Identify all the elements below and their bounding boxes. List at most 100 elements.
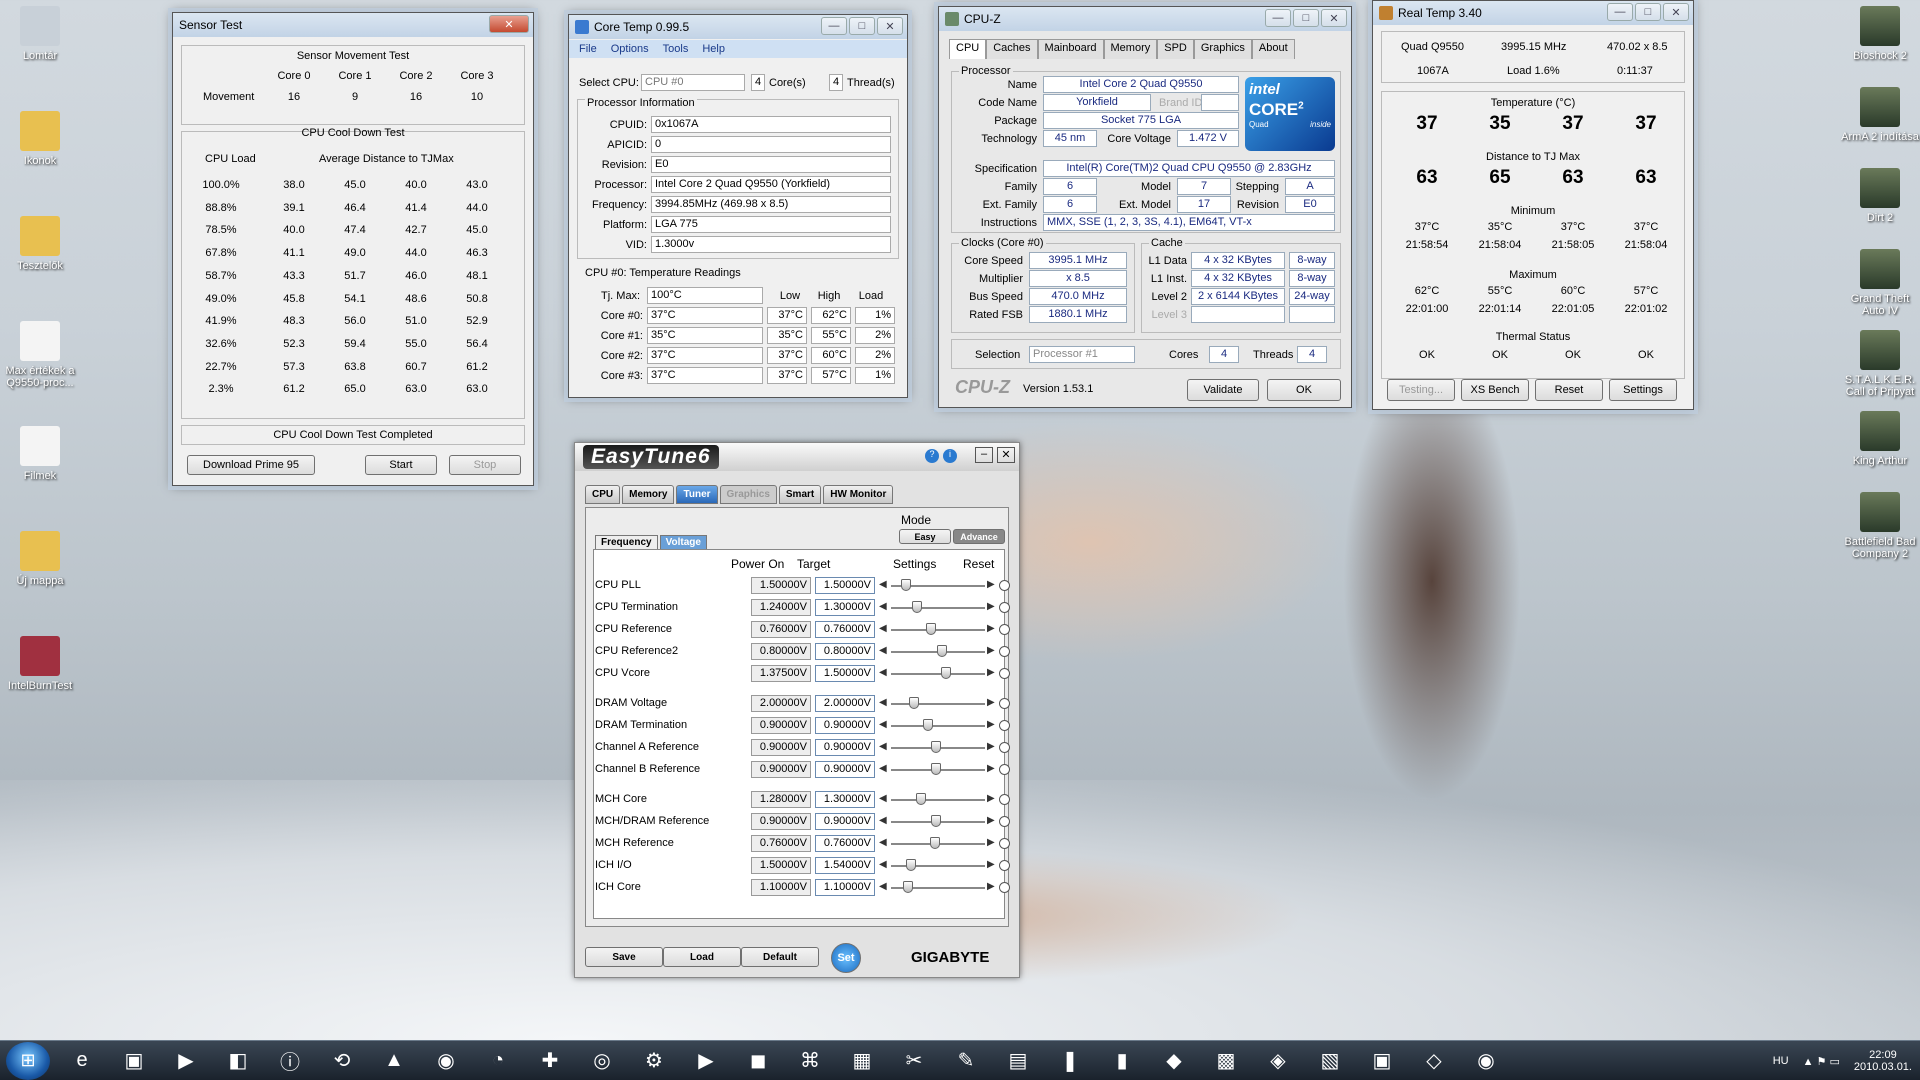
ok-button[interactable]: OK	[1267, 379, 1341, 401]
app-icon[interactable]: ⌘	[784, 1043, 836, 1079]
slider-thumb[interactable]	[931, 741, 942, 753]
target-value[interactable]: 0.90000V	[815, 717, 875, 734]
subtab-voltage[interactable]: Voltage	[659, 535, 707, 550]
tab-cpu[interactable]: CPU	[949, 39, 987, 59]
download-prime-button[interactable]: Download Prime 95	[187, 455, 315, 475]
close-icon[interactable]: ✕	[1321, 9, 1347, 27]
app-icon[interactable]: ◈	[1252, 1043, 1304, 1079]
steam-icon[interactable]: ◎	[576, 1043, 628, 1079]
arrow-right-icon[interactable]: ▶	[987, 623, 995, 634]
arrow-right-icon[interactable]: ▶	[987, 741, 995, 752]
app-icon[interactable]: ▣	[1356, 1043, 1408, 1079]
explorer-icon[interactable]: ▣	[108, 1043, 160, 1079]
arrow-left-icon[interactable]: ◀	[879, 793, 887, 804]
arrow-left-icon[interactable]: ◀	[879, 645, 887, 656]
cpuz-titlebar[interactable]: CPU-Z — □ ✕	[939, 7, 1351, 31]
arrow-right-icon[interactable]: ▶	[987, 697, 995, 708]
menu-item[interactable]: Help	[702, 43, 725, 55]
target-value[interactable]: 1.50000V	[815, 665, 875, 682]
arrow-left-icon[interactable]: ◀	[879, 837, 887, 848]
slider-thumb[interactable]	[901, 579, 912, 591]
minimize-icon[interactable]: –	[975, 447, 993, 463]
reset-radio[interactable]	[999, 882, 1010, 893]
slider-thumb[interactable]	[916, 793, 927, 805]
target-value[interactable]: 1.50000V	[815, 577, 875, 594]
tab-memory[interactable]: Memory	[1103, 39, 1158, 59]
arrow-left-icon[interactable]: ◀	[879, 741, 887, 752]
arrow-right-icon[interactable]: ▶	[987, 859, 995, 870]
desktop-icon[interactable]: Tesztelők	[0, 216, 80, 272]
desktop-icon[interactable]: Max értékek a Q9550-proc...	[0, 321, 80, 389]
slider-track[interactable]	[891, 741, 985, 753]
arrow-right-icon[interactable]: ▶	[987, 667, 995, 678]
arrow-right-icon[interactable]: ▶	[987, 815, 995, 826]
tab-caches[interactable]: Caches	[986, 39, 1038, 59]
target-value[interactable]: 1.10000V	[815, 879, 875, 896]
desktop-icon[interactable]: Dirt 2	[1840, 168, 1920, 224]
monitor-icon[interactable]: ▦	[836, 1043, 888, 1079]
desktop-icon[interactable]: ArmA 2 indítása	[1840, 87, 1920, 143]
desktop-icon[interactable]: IntelBurnTest	[0, 636, 80, 692]
desktop-icon[interactable]: S.T.A.L.K.E.R. Call of Pripyat	[1840, 330, 1920, 398]
close-icon[interactable]: ✕	[877, 17, 903, 35]
arrow-left-icon[interactable]: ◀	[879, 859, 887, 870]
desktop-icon[interactable]: Új mappa	[0, 531, 80, 587]
realtemp-xsbench-button[interactable]: XS Bench	[1461, 379, 1529, 401]
firefox-icon[interactable]: ◉	[420, 1043, 472, 1079]
reset-radio[interactable]	[999, 720, 1010, 731]
desktop-icon[interactable]: King Arthur	[1840, 411, 1920, 467]
tab-smart[interactable]: Smart	[778, 485, 822, 504]
maximize-icon[interactable]: □	[1293, 9, 1319, 27]
reset-radio[interactable]	[999, 646, 1010, 657]
desktop-icon[interactable]: Filmek	[0, 426, 80, 482]
set-button[interactable]: Set	[831, 943, 861, 973]
reset-radio[interactable]	[999, 580, 1010, 591]
media-icon[interactable]: ▶	[160, 1043, 212, 1079]
ie-icon[interactable]: e	[56, 1043, 108, 1079]
arrow-right-icon[interactable]: ▶	[987, 837, 995, 848]
close-icon[interactable]: ✕	[1663, 3, 1689, 21]
desktop-icon[interactable]: Lomtár	[0, 6, 80, 62]
realtemp-titlebar[interactable]: Real Temp 3.40 — □ ✕	[1373, 1, 1693, 25]
app-icon[interactable]: ▮	[1096, 1043, 1148, 1079]
app-icon[interactable]: ◉	[1460, 1043, 1512, 1079]
slider-thumb[interactable]	[937, 645, 948, 657]
close-icon[interactable]: ✕	[489, 15, 529, 33]
slider-track[interactable]	[891, 645, 985, 657]
slider-thumb[interactable]	[926, 623, 937, 635]
winrar-icon[interactable]: ❚	[1044, 1043, 1096, 1079]
arrow-left-icon[interactable]: ◀	[879, 601, 887, 612]
reset-radio[interactable]	[999, 668, 1010, 679]
close-icon[interactable]: ✕	[997, 447, 1015, 463]
reset-radio[interactable]	[999, 698, 1010, 709]
menu-item[interactable]: File	[579, 43, 597, 55]
reset-radio[interactable]	[999, 742, 1010, 753]
app-icon[interactable]: ▧	[1304, 1043, 1356, 1079]
tab-about[interactable]: About	[1251, 39, 1295, 59]
slider-track[interactable]	[891, 881, 985, 893]
vlc-icon[interactable]: ▲	[368, 1043, 420, 1079]
maximize-icon[interactable]: □	[1635, 3, 1661, 21]
slider-track[interactable]	[891, 837, 985, 849]
reset-radio[interactable]	[999, 816, 1010, 827]
arrow-right-icon[interactable]: ▶	[987, 793, 995, 804]
stop-button[interactable]: Stop	[449, 455, 521, 475]
arrow-right-icon[interactable]: ▶	[987, 579, 995, 590]
load-button[interactable]: Load	[663, 947, 741, 967]
arrow-left-icon[interactable]: ◀	[879, 667, 887, 678]
clock[interactable]: 22:09 2010.03.01.	[1854, 1049, 1912, 1073]
target-value[interactable]: 0.80000V	[815, 643, 875, 660]
target-value[interactable]: 1.30000V	[815, 599, 875, 616]
reset-radio[interactable]	[999, 602, 1010, 613]
slider-thumb[interactable]	[906, 859, 917, 871]
default-button[interactable]: Default	[741, 947, 819, 967]
arrow-right-icon[interactable]: ▶	[987, 719, 995, 730]
coretemp-titlebar[interactable]: Core Temp 0.99.5 — □ ✕	[569, 15, 907, 39]
app-icon[interactable]: ◆	[1148, 1043, 1200, 1079]
reset-radio[interactable]	[999, 624, 1010, 635]
target-value[interactable]: 0.76000V	[815, 621, 875, 638]
slider-thumb[interactable]	[931, 815, 942, 827]
office-icon[interactable]: ◼	[732, 1043, 784, 1079]
game-icon[interactable]: ✚	[524, 1043, 576, 1079]
target-value[interactable]: 1.54000V	[815, 857, 875, 874]
